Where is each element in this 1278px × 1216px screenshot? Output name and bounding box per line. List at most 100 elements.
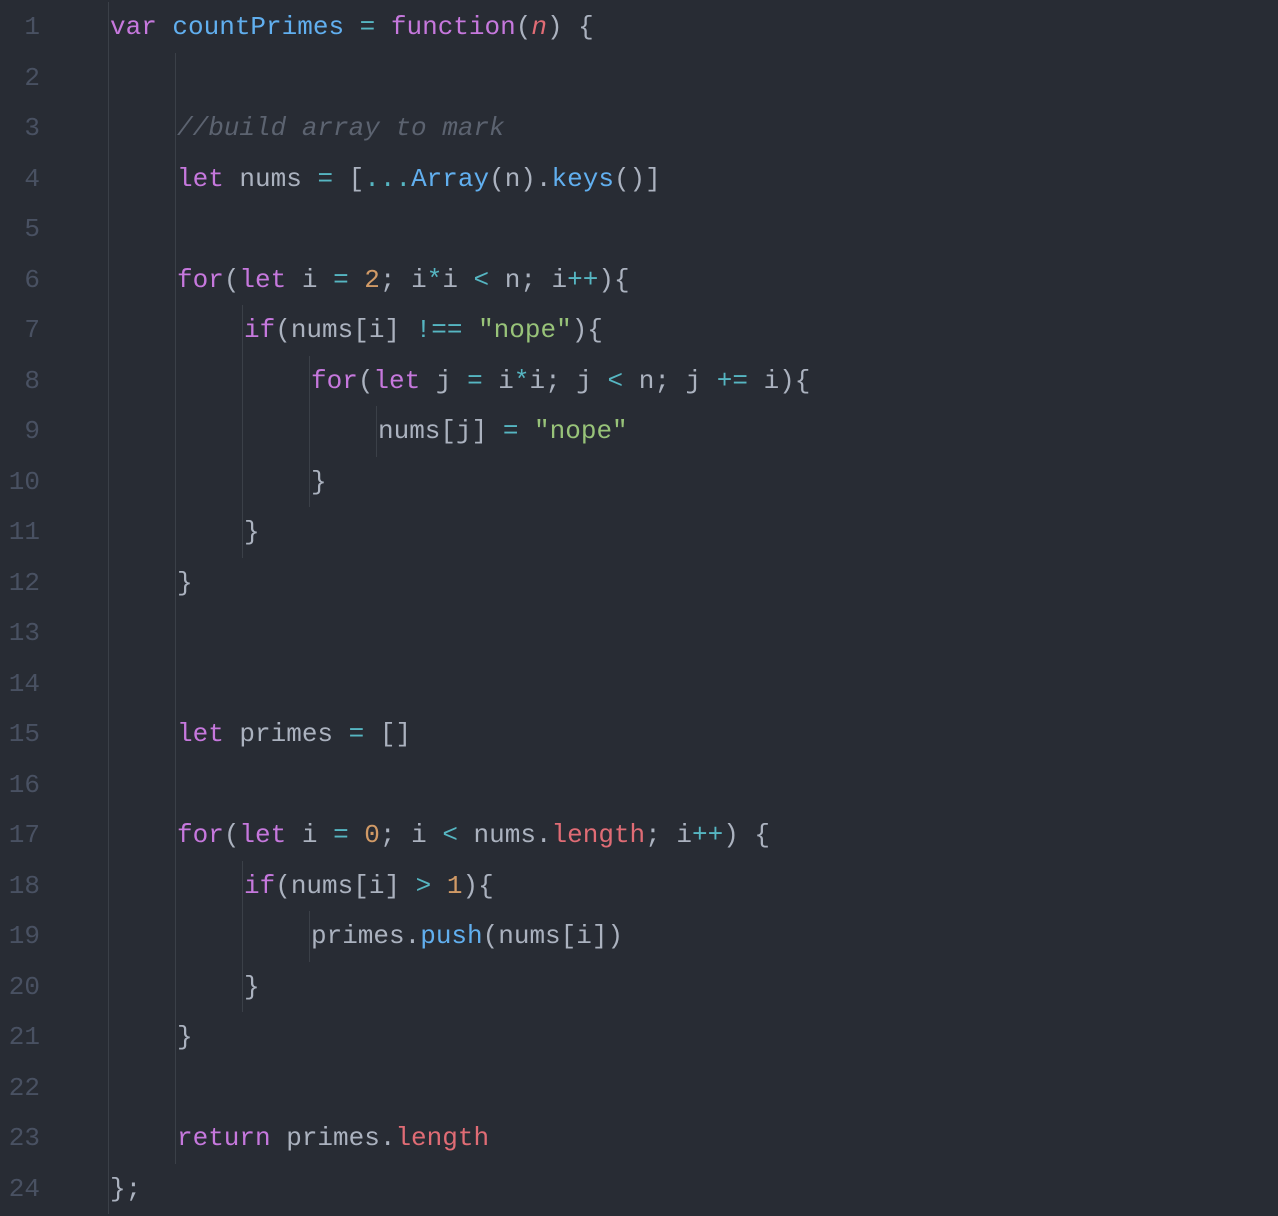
- token-pun: [344, 12, 360, 42]
- code-content: primes.push(nums[i]): [60, 921, 623, 951]
- token-fn: push: [420, 921, 482, 951]
- code-line[interactable]: let primes = []: [60, 709, 1278, 760]
- code-line[interactable]: }: [60, 1012, 1278, 1063]
- line-number-gutter: 123456789101112131415161718192021222324: [0, 2, 60, 1216]
- token-pun: (nums[i]): [483, 921, 623, 951]
- token-kw: let: [177, 719, 239, 749]
- token-op: *: [427, 265, 443, 295]
- line-number: 1: [0, 2, 40, 53]
- line-number: 20: [0, 962, 40, 1013]
- line-number: 10: [0, 457, 40, 508]
- token-pun: [: [333, 164, 364, 194]
- token-pun: ; i: [645, 820, 692, 850]
- code-content: [60, 1073, 177, 1103]
- code-content: return primes.length: [60, 1123, 489, 1153]
- token-pun: ){: [598, 265, 629, 295]
- code-line[interactable]: [60, 659, 1278, 710]
- code-line[interactable]: [60, 760, 1278, 811]
- token-kw: for: [311, 366, 358, 396]
- token-pun: i: [483, 366, 514, 396]
- code-line[interactable]: };: [60, 1164, 1278, 1215]
- token-kw: return: [177, 1123, 286, 1153]
- code-content: [60, 770, 177, 800]
- code-line[interactable]: //build array to mark: [60, 103, 1278, 154]
- token-fn: countPrimes: [172, 12, 344, 42]
- token-pun: i: [442, 265, 473, 295]
- line-number: 4: [0, 154, 40, 205]
- token-op: <: [442, 820, 458, 850]
- code-line[interactable]: nums[j] = "nope": [60, 406, 1278, 457]
- token-pun: }: [177, 568, 193, 598]
- code-line[interactable]: }: [60, 558, 1278, 609]
- code-content: let primes = []: [60, 719, 411, 749]
- token-pun: (: [358, 366, 374, 396]
- token-id: i: [302, 265, 333, 295]
- code-line[interactable]: if(nums[i] !== "nope"){: [60, 305, 1278, 356]
- token-fn: keys: [552, 164, 614, 194]
- line-number: 9: [0, 406, 40, 457]
- token-id: i: [302, 820, 333, 850]
- token-pun: [349, 820, 365, 850]
- token-pun: [462, 315, 478, 345]
- code-line[interactable]: }: [60, 507, 1278, 558]
- token-pun: ){: [572, 315, 603, 345]
- token-op: <: [608, 366, 624, 396]
- token-kw: if: [244, 315, 275, 345]
- line-number: 7: [0, 305, 40, 356]
- token-pun: [375, 12, 391, 42]
- line-number: 23: [0, 1113, 40, 1164]
- code-line[interactable]: [60, 1063, 1278, 1114]
- line-number: 2: [0, 53, 40, 104]
- token-pun: ) {: [723, 820, 770, 850]
- code-line[interactable]: [60, 53, 1278, 104]
- code-line[interactable]: for(let j = i*i; j < n; j += i){: [60, 356, 1278, 407]
- line-number: 13: [0, 608, 40, 659]
- code-line[interactable]: for(let i = 0; i < nums.length; i++) {: [60, 810, 1278, 861]
- code-line[interactable]: var countPrimes = function(n) {: [60, 2, 1278, 53]
- token-pun: (nums[i]: [275, 315, 415, 345]
- token-param: n: [531, 12, 547, 42]
- code-line[interactable]: primes.push(nums[i]): [60, 911, 1278, 962]
- token-pun: (nums[i]: [275, 871, 415, 901]
- code-line[interactable]: if(nums[i] > 1){: [60, 861, 1278, 912]
- code-content: [60, 669, 177, 699]
- token-pun: ; i: [380, 820, 442, 850]
- token-num: 2: [364, 265, 380, 295]
- code-content: nums[j] = "nope": [60, 416, 628, 446]
- code-line[interactable]: [60, 204, 1278, 255]
- code-line[interactable]: }: [60, 962, 1278, 1013]
- line-number: 21: [0, 1012, 40, 1063]
- code-content: }: [60, 972, 260, 1002]
- token-op: =: [467, 366, 483, 396]
- code-line[interactable]: [60, 608, 1278, 659]
- token-num: 0: [364, 820, 380, 850]
- token-pun: nums.: [458, 820, 552, 850]
- token-prop: length: [395, 1123, 489, 1153]
- token-kw: let: [239, 820, 301, 850]
- code-line[interactable]: for(let i = 2; i*i < n; i++){: [60, 255, 1278, 306]
- token-id: primes: [239, 719, 348, 749]
- token-pun: }: [244, 972, 260, 1002]
- line-number: 18: [0, 861, 40, 912]
- token-pun: ()]: [614, 164, 661, 194]
- code-content: }: [60, 568, 193, 598]
- code-area[interactable]: var countPrimes = function(n) { //build a…: [60, 2, 1278, 1216]
- token-kw: let: [239, 265, 301, 295]
- code-line[interactable]: let nums = [...Array(n).keys()]: [60, 154, 1278, 205]
- code-content: let nums = [...Array(n).keys()]: [60, 164, 661, 194]
- code-line[interactable]: return primes.length: [60, 1113, 1278, 1164]
- token-kw: for: [177, 265, 224, 295]
- token-kw: function: [391, 12, 516, 42]
- token-pun: }: [177, 1022, 193, 1052]
- token-op: !==: [416, 315, 463, 345]
- line-number: 22: [0, 1063, 40, 1114]
- token-op: =: [503, 416, 519, 446]
- token-op: ...: [364, 164, 411, 194]
- token-op: >: [416, 871, 432, 901]
- code-line[interactable]: }: [60, 457, 1278, 508]
- line-number: 19: [0, 911, 40, 962]
- line-number: 17: [0, 810, 40, 861]
- code-editor[interactable]: 123456789101112131415161718192021222324 …: [0, 0, 1278, 1216]
- token-pun: (: [224, 820, 240, 850]
- token-op: =: [333, 265, 349, 295]
